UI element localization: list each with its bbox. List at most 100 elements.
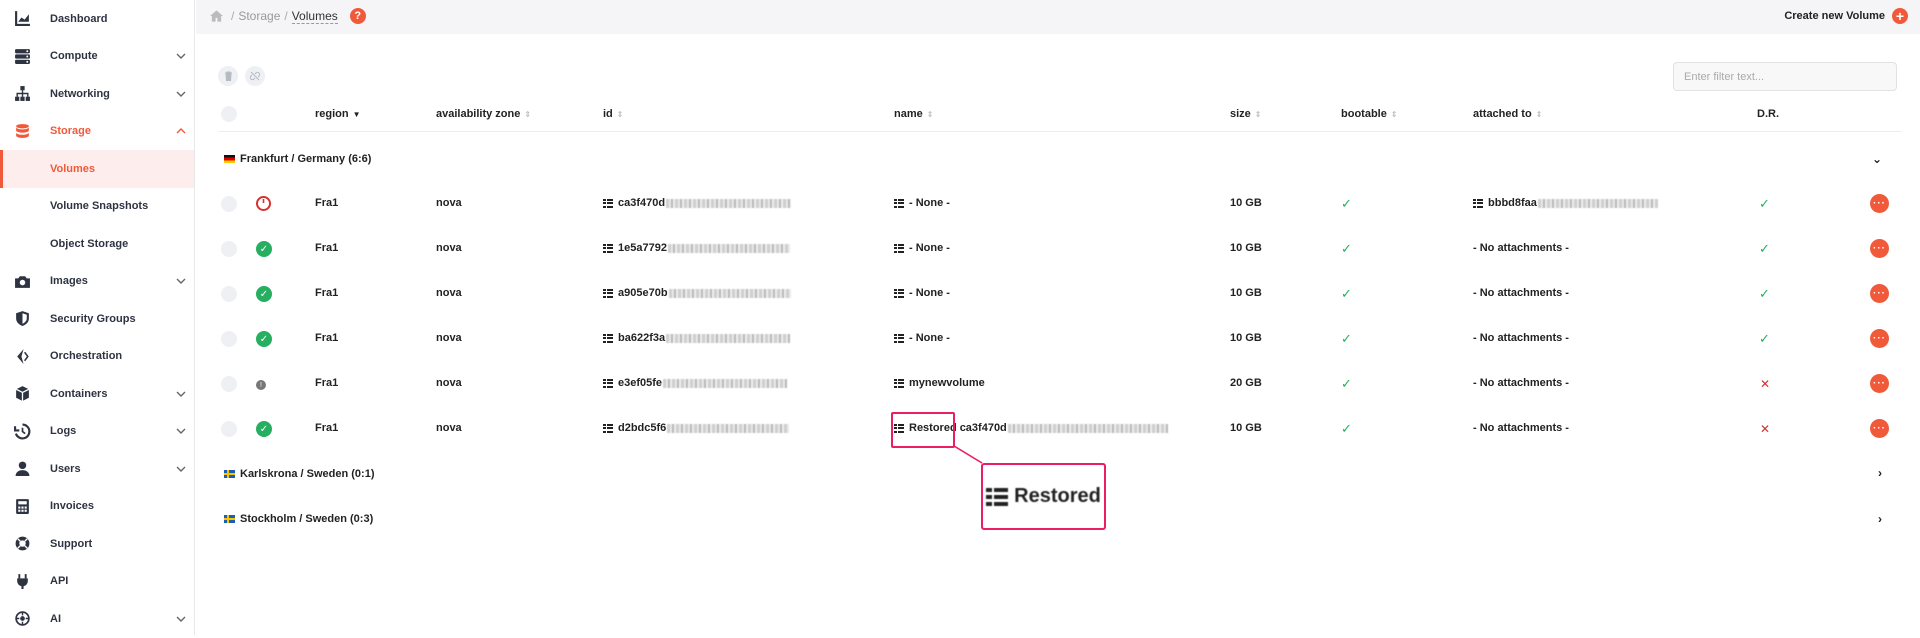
sidebar-item-label: Compute xyxy=(50,50,98,63)
sidebar-item-label: Storage xyxy=(50,125,91,138)
cell-id[interactable]: d2bdc5f6 xyxy=(603,422,790,434)
detach-button[interactable] xyxy=(245,66,265,86)
delete-button[interactable] xyxy=(218,66,238,86)
attached-value: bbbd8faa xyxy=(1488,197,1537,209)
sidebar-item-users[interactable]: Users xyxy=(0,450,194,488)
column-header-size[interactable]: size ⇕ xyxy=(1230,108,1262,120)
chevron-right-icon[interactable]: › xyxy=(1878,512,1882,526)
sidebar-item-invoices[interactable]: Invoices xyxy=(0,488,194,526)
id-value: d2bdc5f6 xyxy=(618,422,667,434)
sidebar-item-ai[interactable]: AI xyxy=(0,600,194,638)
row-checkbox[interactable] xyxy=(221,376,237,392)
chevron-down-icon xyxy=(176,428,186,435)
sidebar-item-support[interactable]: Support xyxy=(0,525,194,563)
column-label: id xyxy=(603,108,613,120)
cell-region: Fra1 xyxy=(315,422,339,434)
cell-attached[interactable]: bbbd8faa xyxy=(1473,197,1658,209)
list-icon xyxy=(986,487,1009,506)
list-icon xyxy=(1473,198,1483,208)
chevron-down-icon xyxy=(176,91,186,97)
filter-input[interactable] xyxy=(1673,62,1897,91)
cell-az: nova xyxy=(436,287,462,299)
column-header-id[interactable]: id ⇕ xyxy=(603,108,623,120)
cell-size: 10 GB xyxy=(1230,287,1262,299)
cube-icon xyxy=(13,385,31,403)
column-header-attached-to[interactable]: attached to ⇕ xyxy=(1473,108,1542,120)
row-checkbox[interactable] xyxy=(221,286,237,302)
redacted xyxy=(667,423,790,433)
cell-name[interactable]: - None - xyxy=(894,287,950,299)
cell-id[interactable]: ca3f470d xyxy=(603,197,792,209)
redacted xyxy=(668,288,791,298)
sidebar: Dashboard Compute Networking Storage Vol… xyxy=(0,0,195,635)
cell-name[interactable]: - None - xyxy=(894,242,950,254)
column-header-region[interactable]: region ▼ xyxy=(315,108,361,120)
sort-icon: ⇕ xyxy=(524,109,532,119)
id-value: ca3f470d xyxy=(618,197,666,209)
column-header-availability-zone[interactable]: availability zone ⇕ xyxy=(436,108,531,120)
cell-attached: - No attachments - xyxy=(1473,242,1569,254)
chevron-right-icon[interactable]: › xyxy=(1878,466,1882,480)
row-actions-button[interactable]: ··· xyxy=(1870,239,1889,258)
sidebar-item-networking[interactable]: Networking xyxy=(0,75,194,113)
cell-id[interactable]: e3ef05fe xyxy=(603,377,788,389)
group-row-stockholm[interactable]: Stockholm / Sweden (0:3) xyxy=(224,513,373,525)
sidebar-item-compute[interactable]: Compute xyxy=(0,38,194,76)
column-label: bootable xyxy=(1341,108,1387,120)
history-icon xyxy=(13,422,31,440)
chart-icon xyxy=(13,10,31,28)
list-icon xyxy=(894,243,904,253)
column-label: D.R. xyxy=(1757,108,1779,120)
row-actions-button[interactable]: ··· xyxy=(1870,194,1889,213)
sort-desc-icon: ▼ xyxy=(352,109,361,119)
cell-id[interactable]: a905e70b xyxy=(603,287,791,299)
sidebar-item-images[interactable]: Images xyxy=(0,263,194,301)
group-label: Karlskrona / Sweden (0:1) xyxy=(240,468,375,480)
sidebar-subitem-volumes[interactable]: Volumes xyxy=(0,150,194,188)
sort-icon: ⇕ xyxy=(926,109,934,119)
row-actions-button[interactable]: ··· xyxy=(1870,374,1889,393)
cell-name[interactable]: - None - xyxy=(894,197,950,209)
row-checkbox[interactable] xyxy=(221,196,237,212)
column-header-name[interactable]: name ⇕ xyxy=(894,108,933,120)
row-actions-button[interactable]: ··· xyxy=(1870,419,1889,438)
chevron-down-icon[interactable]: ⌄ xyxy=(1872,152,1882,166)
sidebar-item-containers[interactable]: Containers xyxy=(0,375,194,413)
sidebar-item-security-groups[interactable]: Security Groups xyxy=(0,300,194,338)
sidebar-item-logs[interactable]: Logs xyxy=(0,413,194,451)
cell-name[interactable]: mynewvolume xyxy=(894,377,985,389)
redacted xyxy=(666,198,792,208)
column-label: attached to xyxy=(1473,108,1532,120)
list-icon xyxy=(603,288,613,298)
sidebar-item-api[interactable]: API xyxy=(0,563,194,601)
group-label: Frankfurt / Germany (6:6) xyxy=(240,153,372,165)
list-icon xyxy=(894,198,904,208)
select-all-checkbox[interactable] xyxy=(221,106,237,122)
row-checkbox[interactable] xyxy=(221,241,237,257)
group-row-frankfurt[interactable]: Frankfurt / Germany (6:6) xyxy=(224,153,371,165)
group-row-karlskrona[interactable]: Karlskrona / Sweden (0:1) xyxy=(224,468,375,480)
list-icon xyxy=(894,288,904,298)
row-checkbox[interactable] xyxy=(221,421,237,437)
row-actions-button[interactable]: ··· xyxy=(1870,329,1889,348)
sidebar-item-orchestration[interactable]: Orchestration xyxy=(0,338,194,376)
create-volume-button[interactable]: Create new Volume + xyxy=(1784,8,1908,24)
cell-id[interactable]: 1e5a7792 xyxy=(603,242,790,254)
chevron-up-icon xyxy=(176,128,186,134)
cell-name[interactable]: - None - xyxy=(894,332,950,344)
sidebar-item-label: Images xyxy=(50,275,88,288)
sidebar-item-dashboard[interactable]: Dashboard xyxy=(0,0,194,38)
column-header-bootable[interactable]: bootable ⇕ xyxy=(1341,108,1398,120)
column-header-dr: D.R. xyxy=(1757,108,1779,120)
help-icon[interactable]: ? xyxy=(349,8,366,24)
sidebar-subitem-object-storage[interactable]: Object Storage xyxy=(0,225,194,263)
row-checkbox[interactable] xyxy=(221,331,237,347)
unlink-icon xyxy=(250,71,260,81)
check-icon: ✓ xyxy=(1341,376,1352,391)
cell-id[interactable]: ba622f3a xyxy=(603,332,791,344)
row-actions-button[interactable]: ··· xyxy=(1870,284,1889,303)
sidebar-item-storage[interactable]: Storage xyxy=(0,113,194,151)
home-icon[interactable] xyxy=(210,10,223,22)
breadcrumb-storage[interactable]: Storage xyxy=(238,9,280,23)
sidebar-subitem-volume-snapshots[interactable]: Volume Snapshots xyxy=(0,188,194,226)
